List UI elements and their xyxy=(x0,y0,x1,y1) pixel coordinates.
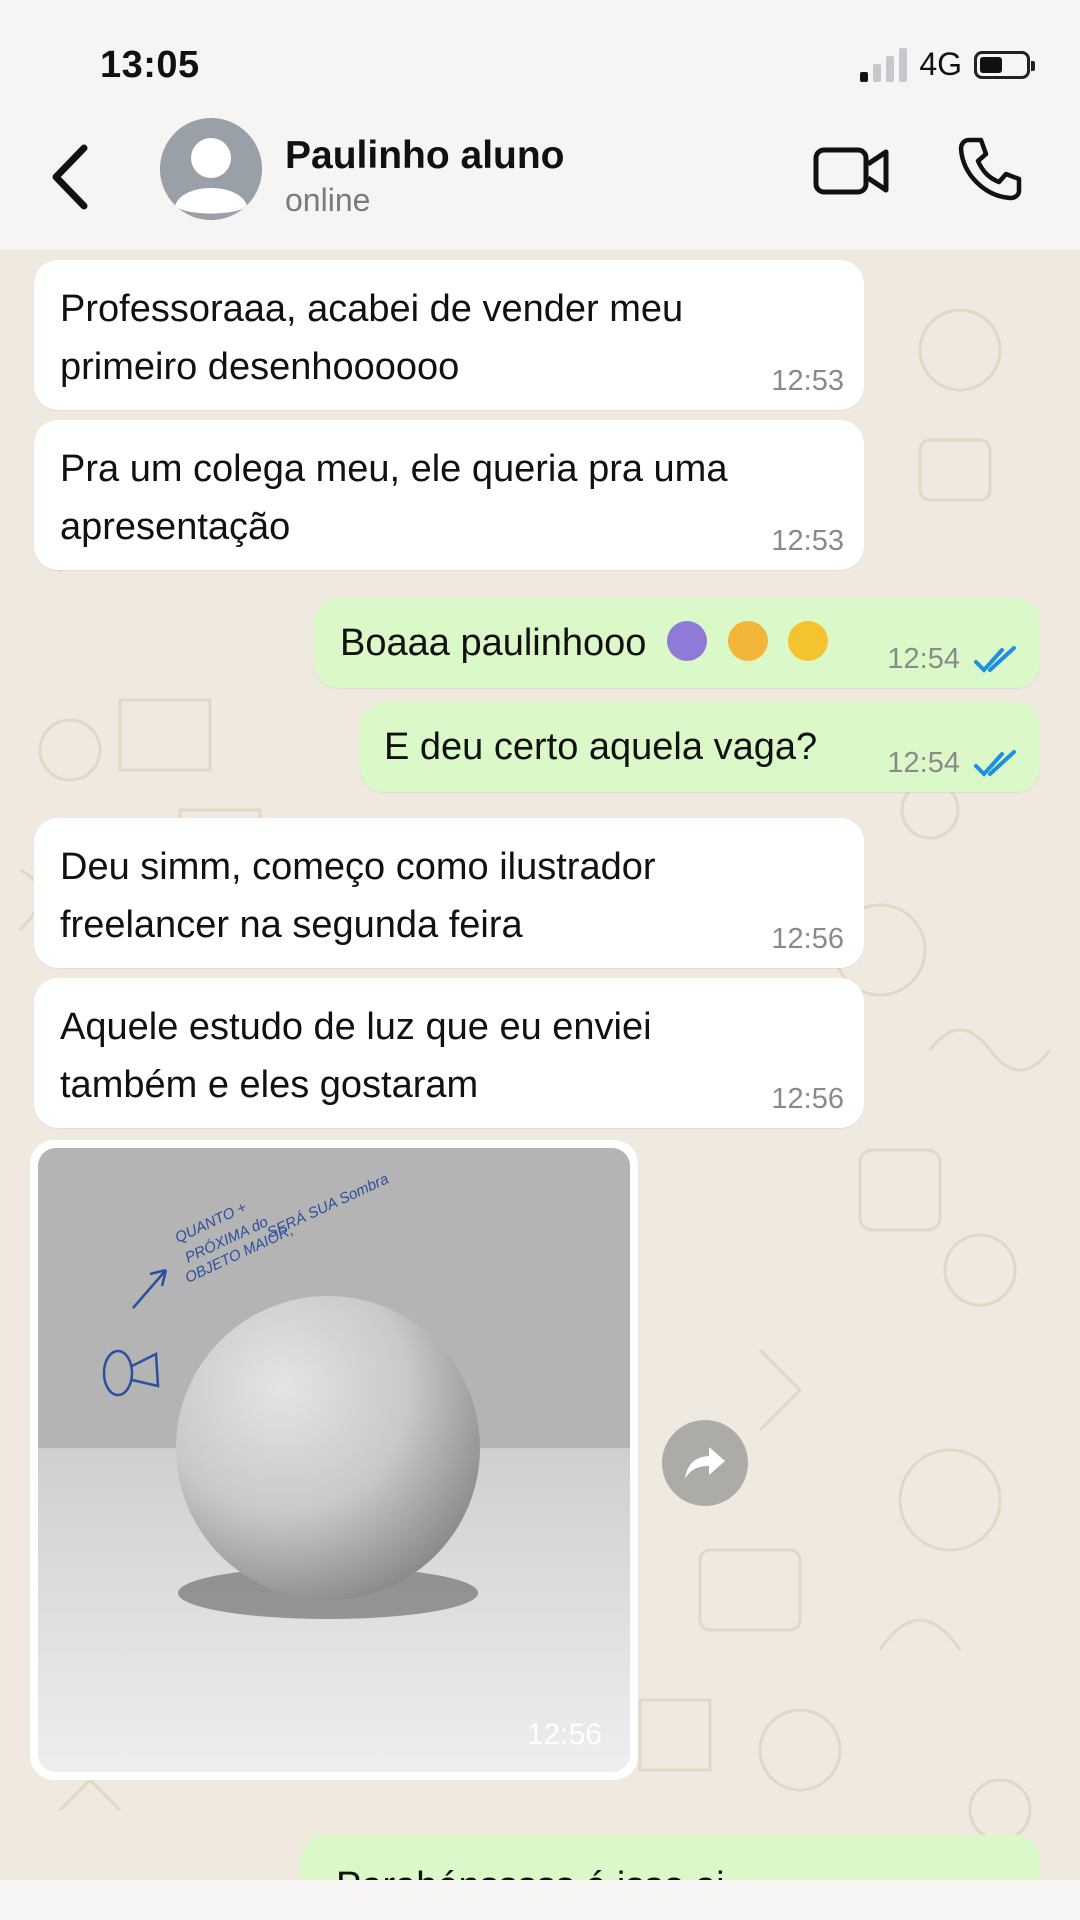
message-text: primeiro desenhoooooo xyxy=(60,346,460,388)
forward-arrow-icon xyxy=(685,1447,725,1479)
signal-icon xyxy=(860,47,908,82)
message-bubble-outgoing[interactable]: Boaaa paulinhooo 12:54 xyxy=(314,598,1040,688)
message-text: freelancer na segunda feira xyxy=(60,904,523,946)
forward-button[interactable] xyxy=(662,1420,748,1506)
network-type: 4G xyxy=(919,46,962,82)
status-time: 13:05 xyxy=(100,44,200,86)
message-bubble-incoming[interactable]: Deu simm, começo como ilustrador freelan… xyxy=(34,818,864,968)
shared-image[interactable]: QUANTO + PRÓXIMA do OBJETO MAIOR, SERÁ S… xyxy=(38,1148,630,1772)
message-text: Parabénsssss é isso ai xyxy=(336,1865,725,1880)
back-button[interactable] xyxy=(40,132,100,222)
contact-name[interactable]: Paulinho aluno xyxy=(285,134,565,178)
chat-header: Paulinho aluno online xyxy=(0,110,1080,250)
image-message[interactable]: QUANTO + PRÓXIMA do OBJETO MAIOR, SERÁ S… xyxy=(30,1140,638,1780)
partying-face-emoji xyxy=(727,621,768,661)
message-text: Pra um colega meu, ele queria pra uma xyxy=(60,448,728,490)
message-time: 12:54 xyxy=(887,643,960,675)
video-camera-icon xyxy=(813,147,889,195)
battery-icon xyxy=(974,50,1035,79)
avatar[interactable] xyxy=(160,118,262,220)
message-time: 12:56 xyxy=(771,1083,844,1115)
message-time: 12:54 xyxy=(887,747,960,779)
sphere-drawing-image: QUANTO + PRÓXIMA do OBJETO MAIOR, SERÁ S… xyxy=(38,1148,630,1772)
message-time: 12:56 xyxy=(526,1718,602,1751)
message-bubble-outgoing[interactable]: E deu certo aquela vaga? 12:54 xyxy=(360,702,1040,792)
status-bar: 13:05 4G xyxy=(0,0,1080,110)
video-call-button[interactable] xyxy=(812,140,892,200)
star-struck-emoji xyxy=(788,621,829,661)
contact-status: online xyxy=(285,182,371,218)
message-bubble-outgoing[interactable]: Parabénsssss é isso ai xyxy=(300,1835,1040,1880)
message-bubble-incoming[interactable]: Aquele estudo de luz que eu enviei també… xyxy=(34,978,864,1128)
read-receipt-icon xyxy=(974,750,1016,777)
message-text: Aquele estudo de luz que eu enviei xyxy=(60,1006,652,1048)
message-bubble-incoming[interactable]: Professoraaa, acabei de vender meu prime… xyxy=(34,260,864,410)
message-text: Deu simm, começo como ilustrador xyxy=(60,846,656,888)
phone-icon xyxy=(958,137,1022,201)
message-text: também e eles gostaram xyxy=(60,1064,479,1106)
chevron-left-icon xyxy=(52,144,88,210)
chat-area[interactable]: Professoraaa, acabei de vender meu prime… xyxy=(0,250,1080,1880)
message-time: 12:53 xyxy=(771,365,844,397)
message-text: Professoraaa, acabei de vender meu xyxy=(60,288,684,330)
folded-hands-emoji xyxy=(666,621,707,661)
status-indicators: 4G xyxy=(860,46,1035,83)
voice-call-button[interactable] xyxy=(955,134,1025,204)
message-bubble-incoming[interactable]: Pra um colega meu, ele queria pra uma ap… xyxy=(34,420,864,570)
message-text: apresentação xyxy=(60,506,291,548)
read-receipt-icon xyxy=(974,646,1016,673)
input-bar xyxy=(0,1880,1080,1920)
default-avatar-icon xyxy=(160,118,262,220)
message-time: 12:53 xyxy=(771,525,844,557)
message-time: 12:56 xyxy=(771,923,844,955)
message-text: E deu certo aquela vaga? xyxy=(384,726,818,768)
message-text: Boaaa paulinhooo xyxy=(340,622,647,664)
